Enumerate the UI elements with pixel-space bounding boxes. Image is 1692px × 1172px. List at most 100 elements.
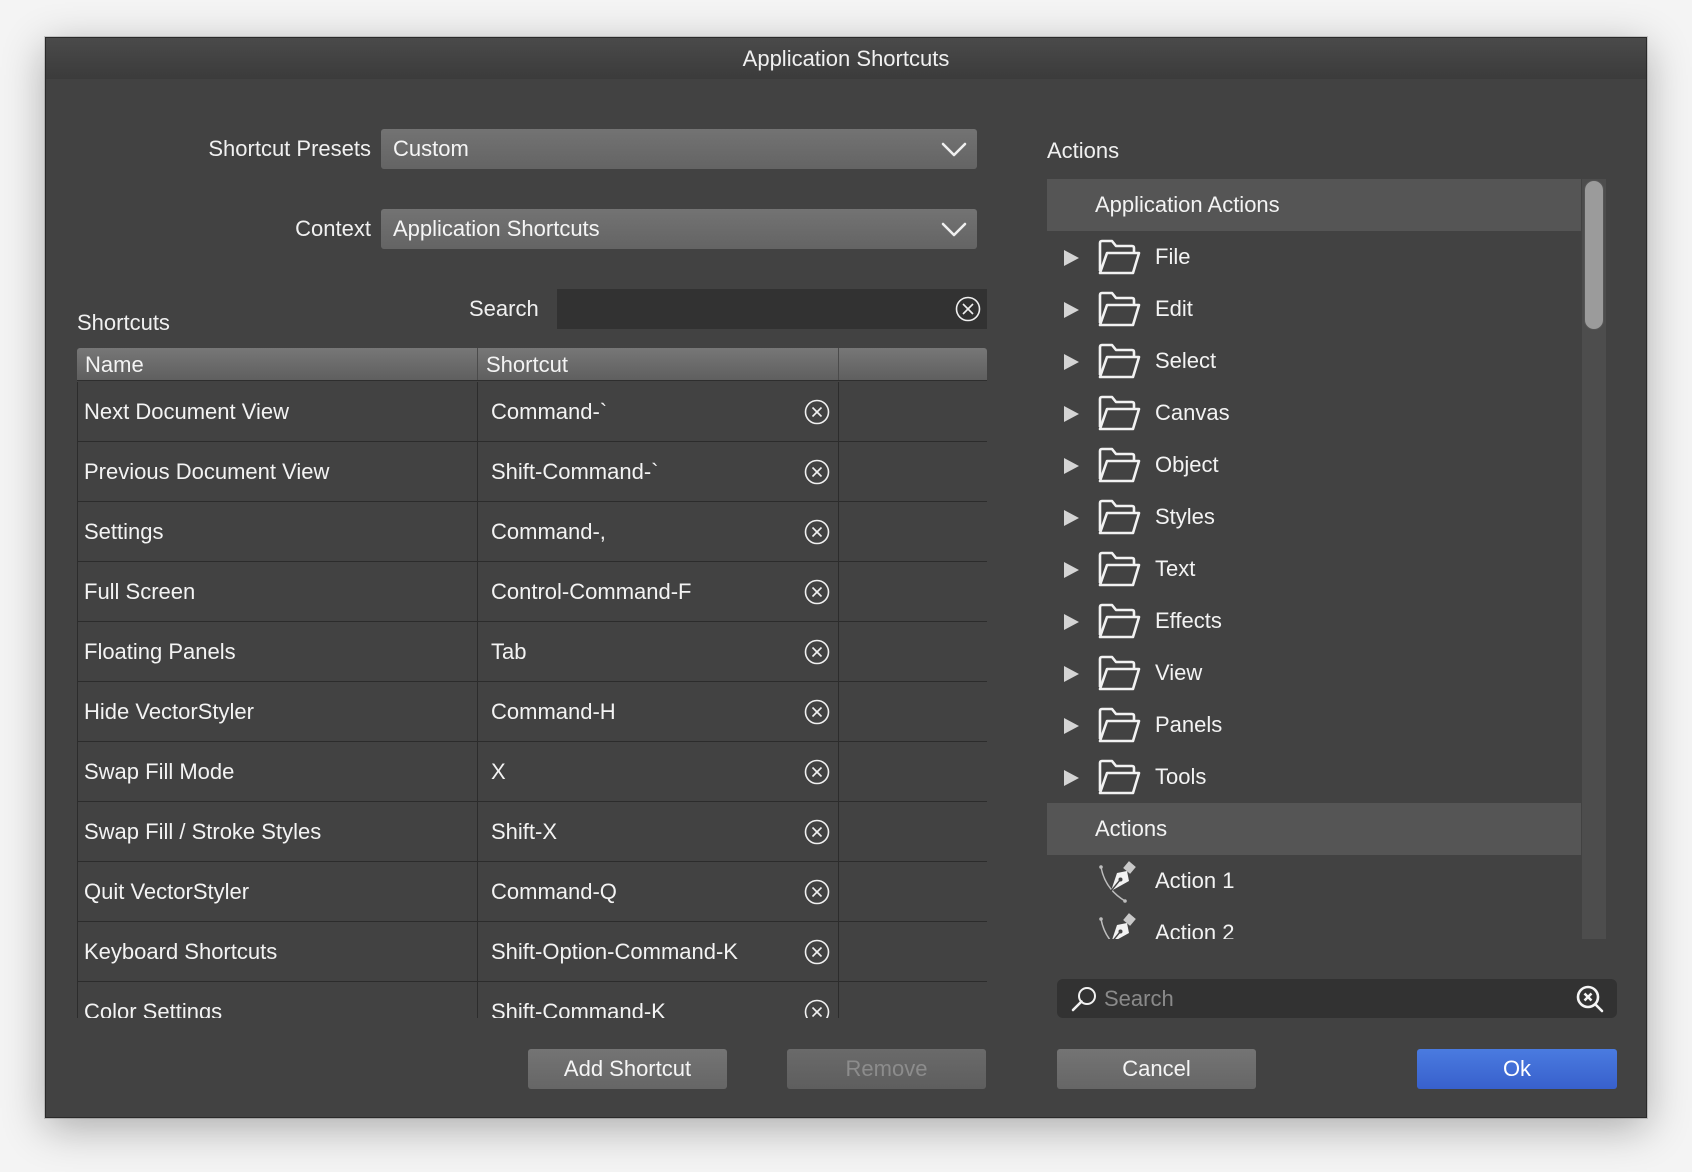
shortcut-keys: Control-Command-F [491,579,692,604]
actions-section-label: Actions [1047,138,1120,163]
clear-search-icon[interactable] [1575,984,1605,1014]
extra-cell [839,802,987,861]
shortcut-name: Swap Fill Mode [78,742,478,801]
tree-item[interactable]: Action 1 [1047,855,1581,907]
shortcut-keys-cell[interactable]: Command-` [478,382,839,441]
tree-group-header[interactable]: Actions [1047,803,1581,855]
tree-item[interactable]: View [1047,647,1581,699]
table-row[interactable]: Previous Document View Shift-Command-` [77,442,987,502]
extra-cell [839,742,987,801]
clear-shortcut-icon[interactable] [804,399,830,425]
clear-shortcut-icon[interactable] [804,759,830,785]
clear-shortcut-icon[interactable] [804,519,830,545]
clear-shortcut-icon[interactable] [804,459,830,485]
shortcut-keys: Command-` [491,399,608,424]
tree-item-label: Tools [1155,764,1207,789]
shortcut-keys-cell[interactable]: Shift-Command-K [478,982,839,1018]
table-row[interactable]: Swap Fill / Stroke Styles Shift-X [77,802,987,862]
table-row[interactable]: Floating Panels Tab [77,622,987,682]
column-header-extra [838,348,987,380]
tree-item[interactable]: Object [1047,439,1581,491]
disclosure-triangle-icon[interactable] [1064,562,1079,578]
shortcut-keys-cell[interactable]: Shift-Option-Command-K [478,922,839,981]
shortcut-keys-cell[interactable]: Command-Q [478,862,839,921]
shortcuts-search-input[interactable] [557,289,987,329]
clear-shortcut-icon[interactable] [804,879,830,905]
table-row[interactable]: Next Document View Command-` [77,382,987,442]
remove-button[interactable]: Remove [787,1049,986,1089]
shortcut-keys-cell[interactable]: Tab [478,622,839,681]
disclosure-triangle-icon[interactable] [1064,302,1079,318]
shortcut-keys-cell[interactable]: X [478,742,839,801]
tree-item[interactable]: Edit [1047,283,1581,335]
tree-item[interactable]: File [1047,231,1581,283]
folder-icon [1098,447,1141,483]
table-row[interactable]: Color Settings Shift-Command-K [77,982,987,1018]
table-row[interactable]: Full Screen Control-Command-F [77,562,987,622]
clear-shortcut-icon[interactable] [804,579,830,605]
chevron-down-icon [941,142,967,157]
extra-cell [839,622,987,681]
disclosure-triangle-icon[interactable] [1064,770,1079,786]
shortcut-name: Full Screen [78,562,478,621]
shortcut-name: Keyboard Shortcuts [78,922,478,981]
disclosure-triangle-icon[interactable] [1064,666,1079,682]
title-bar: Application Shortcuts [46,38,1646,79]
tree-group-header[interactable]: Application Actions [1047,179,1581,231]
tree-item[interactable]: Styles [1047,491,1581,543]
shortcut-keys-cell[interactable]: Control-Command-F [478,562,839,621]
folder-icon [1098,343,1141,379]
table-row[interactable]: Quit VectorStyler Command-Q [77,862,987,922]
tree-group-label: Application Actions [1095,192,1280,217]
ok-button[interactable]: Ok [1417,1049,1617,1089]
tree-item[interactable]: Select [1047,335,1581,387]
tree-item-label: Styles [1155,504,1215,529]
add-shortcut-button[interactable]: Add Shortcut [528,1049,727,1089]
table-row[interactable]: Settings Command-, [77,502,987,562]
shortcut-name: Next Document View [78,382,478,441]
folder-icon [1098,759,1141,795]
actions-scrollbar-thumb[interactable] [1584,180,1604,330]
clear-search-icon[interactable] [955,296,981,322]
tree-item[interactable]: Tools [1047,751,1581,803]
tree-item[interactable]: Panels [1047,699,1581,751]
column-header-name[interactable]: Name [77,348,477,380]
tree-item[interactable]: Effects [1047,595,1581,647]
clear-shortcut-icon[interactable] [804,699,830,725]
tree-item[interactable]: Canvas [1047,387,1581,439]
tree-item-label: Text [1155,556,1196,581]
shortcut-keys-cell[interactable]: Shift-X [478,802,839,861]
column-header-shortcut[interactable]: Shortcut [477,348,838,380]
shortcut-name: Hide VectorStyler [78,682,478,741]
shortcut-keys-cell[interactable]: Command-, [478,502,839,561]
cancel-button[interactable]: Cancel [1057,1049,1256,1089]
table-row[interactable]: Keyboard Shortcuts Shift-Option-Command-K [77,922,987,982]
clear-shortcut-icon[interactable] [804,939,830,965]
shortcut-keys-cell[interactable]: Command-H [478,682,839,741]
disclosure-triangle-icon[interactable] [1064,406,1079,422]
chevron-down-icon [941,222,967,237]
shortcut-name: Swap Fill / Stroke Styles [78,802,478,861]
table-row[interactable]: Hide VectorStyler Command-H [77,682,987,742]
disclosure-triangle-icon[interactable] [1064,614,1079,630]
disclosure-triangle-icon[interactable] [1064,718,1079,734]
shortcut-keys-cell[interactable]: Shift-Command-` [478,442,839,501]
shortcut-name: Color Settings [78,982,478,1018]
context-dropdown[interactable]: Application Shortcuts [381,209,977,249]
tree-item[interactable]: Action 2 [1047,907,1581,939]
clear-shortcut-icon[interactable] [804,639,830,665]
clear-shortcut-icon[interactable] [804,819,830,845]
extra-cell [839,922,987,981]
table-row[interactable]: Swap Fill Mode X [77,742,987,802]
disclosure-triangle-icon[interactable] [1064,250,1079,266]
actions-search-input[interactable]: Search [1057,979,1617,1018]
folder-icon [1098,239,1141,275]
disclosure-triangle-icon[interactable] [1064,354,1079,370]
folder-icon [1098,603,1141,639]
disclosure-triangle-icon[interactable] [1064,510,1079,526]
shortcut-presets-dropdown[interactable]: Custom [381,129,977,169]
actions-search-placeholder: Search [1104,986,1174,1011]
clear-shortcut-icon[interactable] [804,999,830,1018]
disclosure-triangle-icon[interactable] [1064,458,1079,474]
tree-item[interactable]: Text [1047,543,1581,595]
